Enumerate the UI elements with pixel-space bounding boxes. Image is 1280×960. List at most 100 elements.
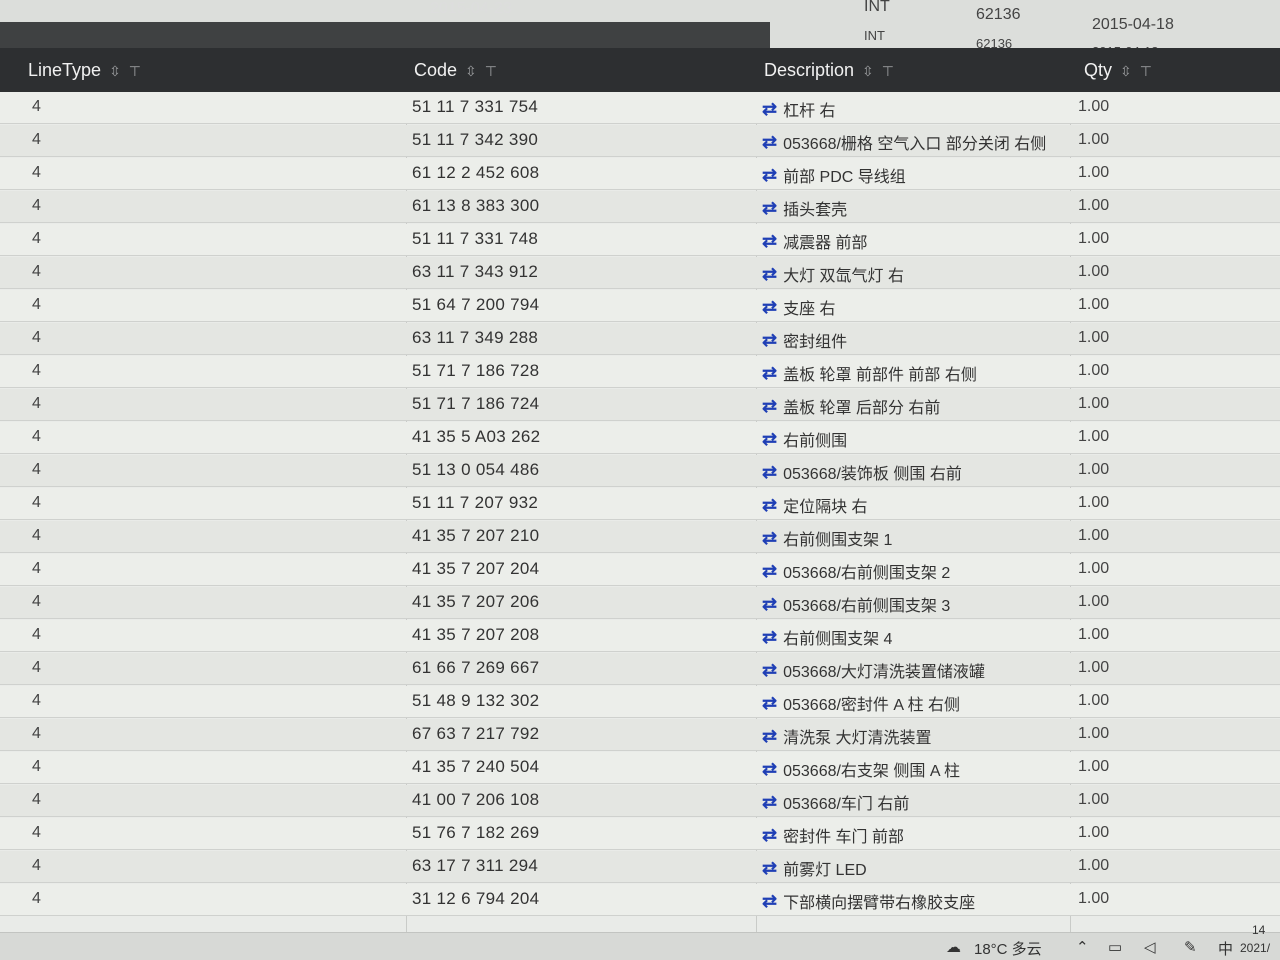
input-method-indicator[interactable]: 中 [1218,938,1233,959]
swap-arrows-icon[interactable]: ⇄ [762,166,777,184]
sort-icon[interactable]: ⇳ [109,64,121,78]
description-text: 053668/右支架 侧围 A 柱 [783,763,961,780]
line-type-cell: 4 [32,527,41,544]
description-cell: ⇄ 下部横向摆臂带右橡胶支座 [762,889,975,913]
weather-icon[interactable]: ☁ [946,938,961,956]
table-row[interactable]: 4 41 00 7 206 108 ⇄ 053668/车门 右前 1.00 [0,785,1280,817]
network-icon[interactable]: ▭ [1108,938,1122,956]
table-row[interactable]: 4 41 35 5 A03 262 ⇄ 右前侧围 1.00 [0,422,1280,454]
swap-arrows-icon[interactable]: ⇄ [762,265,777,283]
table-row[interactable]: 4 61 12 2 452 608 ⇄ 前部 PDC 导线组 1.00 [0,158,1280,190]
code-cell: 41 35 7 207 204 [412,559,540,578]
table-row[interactable]: 4 63 17 7 311 294 ⇄ 前雾灯 LED 1.00 [0,851,1280,883]
filter-icon[interactable]: ⊤ [1140,64,1152,78]
description-text: 053668/密封件 A 柱 右侧 [783,697,961,714]
swap-arrows-icon[interactable]: ⇄ [762,826,777,844]
swap-arrows-icon[interactable]: ⇄ [762,298,777,316]
swap-arrows-icon[interactable]: ⇄ [762,199,777,217]
clock-time[interactable]: 14 [1252,923,1265,937]
table-row[interactable]: 4 41 35 7 207 210 ⇄ 右前侧围支架 1 1.00 [0,521,1280,553]
pen-icon[interactable]: ✎ [1184,938,1197,956]
speaker-icon[interactable]: ◁ [1144,938,1156,956]
table-row[interactable]: 4 61 13 8 383 300 ⇄ 插头套壳 1.00 [0,191,1280,223]
swap-arrows-icon[interactable]: ⇄ [762,100,777,118]
swap-arrows-icon[interactable]: ⇄ [762,133,777,151]
sort-icon[interactable]: ⇳ [465,64,477,78]
table-row[interactable]: 4 51 11 7 331 748 ⇄ 减震器 前部 1.00 [0,224,1280,256]
qty-cell: 1.00 [1078,659,1110,676]
swap-arrows-icon[interactable]: ⇄ [762,859,777,877]
description-cell: ⇄ 053668/大灯清洗装置储液罐 [762,658,985,682]
swap-arrows-icon[interactable]: ⇄ [762,463,777,481]
swap-arrows-icon[interactable]: ⇄ [762,397,777,415]
code-cell: 51 13 0 054 486 [412,460,540,479]
description-text: 盖板 轮罩 前部件 前部 右侧 [783,367,977,384]
clock-date[interactable]: 2021/ [1240,941,1270,955]
background-type-cell: INT [864,0,890,15]
swap-arrows-icon[interactable]: ⇄ [762,760,777,778]
swap-arrows-icon[interactable]: ⇄ [762,232,777,250]
code-cell: 63 11 7 349 288 [412,328,539,347]
background-table-selected-row [0,22,770,48]
table-row[interactable]: 4 51 13 0 054 486 ⇄ 053668/装饰板 侧围 右前 1.00 [0,455,1280,487]
table-row[interactable]: 4 51 76 7 182 269 ⇄ 密封件 车门 前部 1.00 [0,818,1280,850]
swap-arrows-icon[interactable]: ⇄ [762,727,777,745]
swap-arrows-icon[interactable]: ⇄ [762,364,777,382]
weather-text[interactable]: 18°C 多云 [974,938,1042,959]
description-text: 前雾灯 LED [783,862,867,879]
table-row[interactable]: 4 51 48 9 132 302 ⇄ 053668/密封件 A 柱 右侧 1.00 [0,686,1280,718]
qty-cell: 1.00 [1078,263,1110,280]
table-row[interactable]: 4 61 66 7 269 667 ⇄ 053668/大灯清洗装置储液罐 1.00 [0,653,1280,685]
line-type-cell: 4 [32,131,41,148]
qty-cell: 1.00 [1078,791,1110,808]
description-cell: ⇄ 密封组件 [762,328,847,352]
filter-icon[interactable]: ⊤ [129,64,141,78]
filter-icon[interactable]: ⊤ [485,64,497,78]
line-type-cell: 4 [32,296,41,313]
swap-arrows-icon[interactable]: ⇄ [762,793,777,811]
table-row[interactable]: 4 63 11 7 343 912 ⇄ 大灯 双氙气灯 右 1.00 [0,257,1280,289]
swap-arrows-icon[interactable]: ⇄ [762,595,777,613]
description-cell: ⇄ 053668/装饰板 侧围 右前 [762,460,962,484]
description-text: 杠杆 右 [783,103,836,120]
sort-icon[interactable]: ⇳ [1120,64,1132,78]
column-header-description[interactable]: Description ⇳ ⊤ [764,60,894,81]
table-row[interactable]: 4 41 35 7 240 504 ⇄ 053668/右支架 侧围 A 柱 1.00 [0,752,1280,784]
table-row[interactable]: 4 63 11 7 349 288 ⇄ 密封组件 1.00 [0,323,1280,355]
code-cell: 41 35 7 207 206 [412,592,540,611]
swap-arrows-icon[interactable]: ⇄ [762,892,777,910]
table-row[interactable]: 4 51 11 7 331 754 ⇄ 杠杆 右 1.00 [0,92,1280,124]
swap-arrows-icon[interactable]: ⇄ [762,628,777,646]
table-row[interactable]: 4 51 11 7 207 932 ⇄ 定位隔块 右 1.00 [0,488,1280,520]
column-header-qty[interactable]: Qty ⇳ ⊤ [1084,60,1152,81]
swap-arrows-icon[interactable]: ⇄ [762,430,777,448]
filter-icon[interactable]: ⊤ [882,64,894,78]
description-cell: ⇄ 定位隔块 右 [762,493,868,517]
column-header-linetype[interactable]: LineType ⇳ ⊤ [28,60,141,81]
table-row[interactable]: 4 51 64 7 200 794 ⇄ 支座 右 1.00 [0,290,1280,322]
table-row[interactable]: 4 41 35 7 207 208 ⇄ 右前侧围支架 4 1.00 [0,620,1280,652]
table-row[interactable]: 4 51 11 7 342 390 ⇄ 053668/栅格 空气入口 部分关闭 右侧 1… [0,125,1280,157]
description-text: 下部横向摆臂带右橡胶支座 [783,895,976,912]
swap-arrows-icon[interactable]: ⇄ [762,661,777,679]
column-header-label: LineType [28,60,102,80]
table-row[interactable]: 4 41 35 7 207 206 ⇄ 053668/右前侧围支架 3 1.00 [0,587,1280,619]
table-row[interactable]: 4 67 63 7 217 792 ⇄ 清洗泵 大灯清洗装置 1.00 [0,719,1280,751]
swap-arrows-icon[interactable]: ⇄ [762,496,777,514]
swap-arrows-icon[interactable]: ⇄ [762,529,777,547]
description-text: 插头套壳 [783,202,848,219]
table-row[interactable]: 4 41 35 7 207 204 ⇄ 053668/右前侧围支架 2 1.00 [0,554,1280,586]
column-header-code[interactable]: Code ⇳ ⊤ [414,60,497,81]
table-row[interactable]: 4 51 71 7 186 724 ⇄ 盖板 轮罩 后部分 右前 1.00 [0,389,1280,421]
code-cell: 41 35 5 A03 262 [412,427,541,446]
swap-arrows-icon[interactable]: ⇄ [762,331,777,349]
line-type-cell: 4 [32,362,41,379]
swap-arrows-icon[interactable]: ⇄ [762,562,777,580]
table-row[interactable]: 4 51 71 7 186 728 ⇄ 盖板 轮罩 前部件 前部 右侧 1.00 [0,356,1280,388]
sort-icon[interactable]: ⇳ [862,64,874,78]
table-row[interactable]: 4 31 12 6 794 204 ⇄ 下部横向摆臂带右橡胶支座 1.00 [0,884,1280,916]
description-text: 053668/栅格 空气入口 部分关闭 右侧 [783,136,1047,153]
chevron-up-icon[interactable]: ⌃ [1076,938,1089,956]
line-type-cell: 4 [32,890,41,907]
swap-arrows-icon[interactable]: ⇄ [762,694,777,712]
